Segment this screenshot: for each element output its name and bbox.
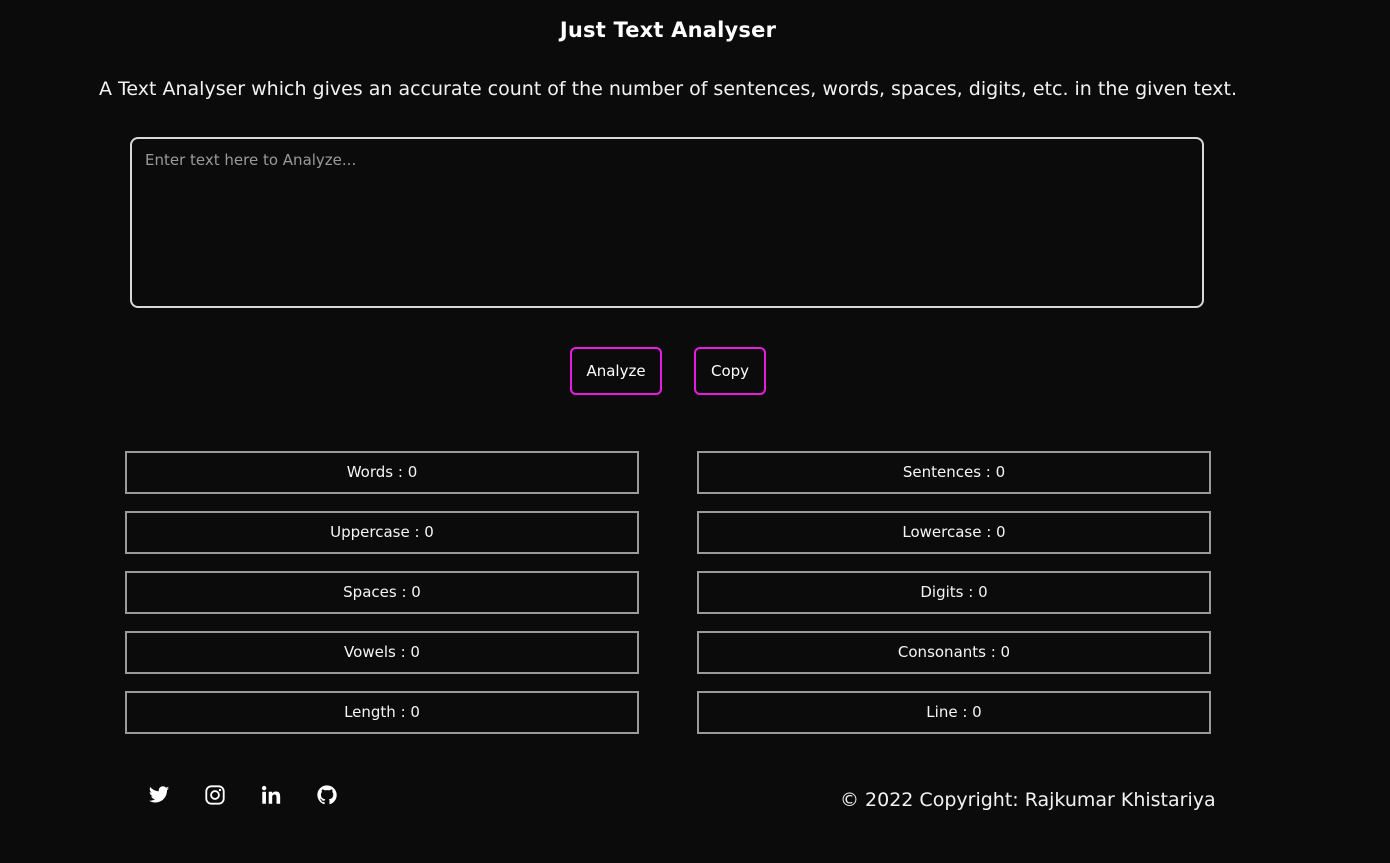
stat-sentences: Sentences : 0 <box>697 451 1211 494</box>
stat-consonants: Consonants : 0 <box>697 631 1211 674</box>
text-input[interactable] <box>130 137 1204 308</box>
stat-line: Line : 0 <box>697 691 1211 734</box>
copy-button[interactable]: Copy <box>694 347 766 395</box>
github-icon[interactable] <box>316 784 338 806</box>
twitter-icon[interactable] <box>148 784 170 806</box>
page-title: Just Text Analyser <box>559 18 777 42</box>
stat-vowels: Vowels : 0 <box>125 631 639 674</box>
stat-words: Words : 0 <box>125 451 639 494</box>
copyright-text: © 2022 Copyright: Rajkumar Khistariya <box>840 789 1216 811</box>
stats-grid: Words : 0 Sentences : 0 Uppercase : 0 Lo… <box>125 451 1211 734</box>
analyze-button[interactable]: Analyze <box>570 347 662 395</box>
stat-lowercase: Lowercase : 0 <box>697 511 1211 554</box>
linkedin-icon[interactable] <box>260 784 282 806</box>
social-links <box>148 784 338 806</box>
stat-spaces: Spaces : 0 <box>125 571 639 614</box>
stat-digits: Digits : 0 <box>697 571 1211 614</box>
instagram-icon[interactable] <box>204 784 226 806</box>
stat-length: Length : 0 <box>125 691 639 734</box>
page-description: A Text Analyser which gives an accurate … <box>98 78 1237 100</box>
stat-uppercase: Uppercase : 0 <box>125 511 639 554</box>
page: Just Text Analyser A Text Analyser which… <box>0 0 1390 863</box>
